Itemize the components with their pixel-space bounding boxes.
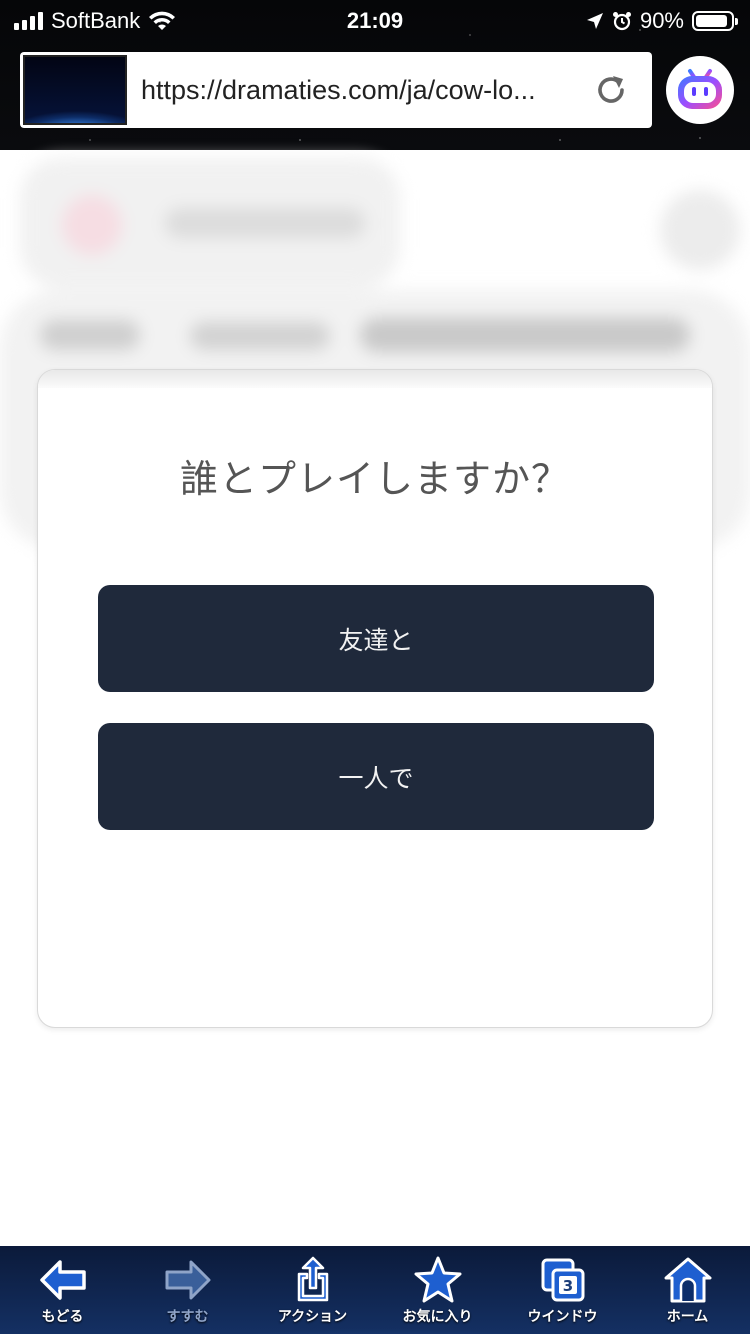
battery-percent: 90% (639, 8, 684, 33)
address-bar[interactable]: https://dramaties.com/ja/cow-lo... (20, 52, 652, 128)
toolbar-favorites-label: お気に入り (402, 1309, 473, 1325)
battery-icon (692, 11, 738, 31)
player-selection-dialog: 誰とプレイしますか？ 友達と 一人で (37, 369, 713, 1028)
reload-icon (598, 76, 624, 103)
browser-bottom-toolbar: もどる すすむ アクション お気に入り 3 ウインドウ ホーム (0, 1246, 750, 1334)
url-text[interactable]: https://dramaties.com/ja/cow-lo... (141, 75, 581, 106)
blurred-logo (62, 195, 122, 255)
toolbar-back-label: もどる (41, 1309, 84, 1325)
wifi-icon (149, 11, 176, 30)
back-arrow-icon (39, 1260, 86, 1300)
blurred-text-line (40, 320, 140, 350)
toolbar-windows-button[interactable]: 3 ウインドウ (500, 1246, 625, 1334)
forward-arrow-icon (165, 1260, 210, 1300)
window-count-badge: 3 (562, 1277, 572, 1295)
browser-screen: SoftBank 21:09 90% https://dramaties.com… (0, 0, 750, 1334)
blurred-menu (660, 190, 740, 270)
toolbar-home-label: ホーム (666, 1309, 709, 1325)
robot-face-icon (678, 69, 722, 109)
home-icon (664, 1257, 711, 1303)
blurred-text-line (360, 318, 690, 352)
windows-icon: 3 (541, 1258, 584, 1302)
status-bar-left: SoftBank (14, 0, 176, 42)
blurred-site-title (165, 208, 365, 238)
reload-button[interactable] (581, 60, 641, 120)
toolbar-action-button[interactable]: アクション (250, 1246, 375, 1334)
play-alone-button[interactable]: 一人で (98, 723, 654, 830)
browser-top-bar: SoftBank 21:09 90% https://dramaties.com… (0, 0, 750, 150)
play-with-friends-button[interactable]: 友達と (98, 585, 654, 692)
carrier-name: SoftBank (51, 8, 141, 33)
play-with-friends-label: 友達と (338, 625, 414, 655)
location-arrow-icon (586, 13, 603, 29)
toolbar-action-label: アクション (277, 1309, 348, 1325)
toolbar-back-button[interactable]: もどる (0, 1246, 125, 1334)
signal-strength-icon (14, 12, 43, 30)
assistant-button[interactable] (666, 56, 734, 124)
share-icon (297, 1256, 328, 1302)
toolbar-home-button[interactable]: ホーム (625, 1246, 750, 1334)
play-alone-label: 一人で (338, 763, 414, 793)
status-bar-right: 90% (586, 0, 738, 42)
dialog-title: 誰とプレイしますか？ (179, 457, 570, 501)
site-thumbnail[interactable] (23, 55, 127, 125)
toolbar-forward-button[interactable]: すすむ (125, 1246, 250, 1334)
dialog-top-strip (38, 370, 712, 388)
alarm-icon (612, 12, 631, 31)
battery-level-fill (696, 15, 727, 27)
toolbar-windows-label: ウインドウ (527, 1309, 598, 1325)
blurred-text-line (190, 322, 330, 350)
star-icon (414, 1256, 461, 1303)
toolbar-favorites-button[interactable]: お気に入り (375, 1246, 500, 1334)
toolbar-forward-label: すすむ (166, 1309, 209, 1325)
